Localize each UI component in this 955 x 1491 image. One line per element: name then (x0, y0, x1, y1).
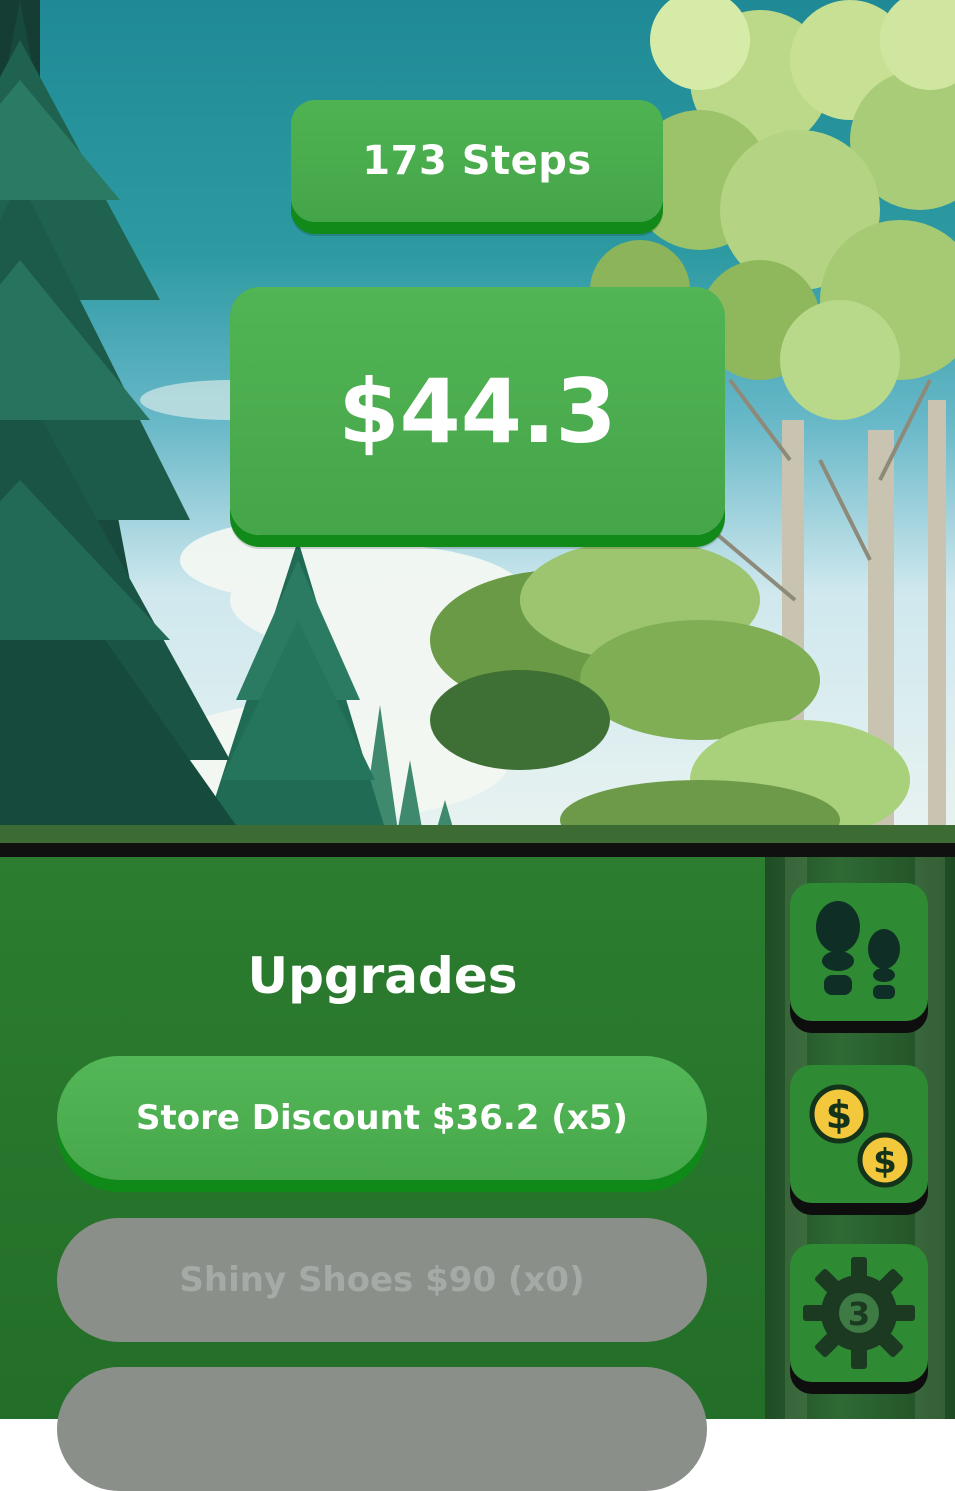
upgrades-title: Upgrades (247, 947, 518, 1005)
panel-divider (0, 843, 955, 857)
upgrades-panel: Upgrades Store Discount $36.2 (x5) Shiny… (0, 857, 765, 1491)
gear-badge: 3 (848, 1295, 870, 1333)
nav-steps-button[interactable] (790, 883, 928, 1021)
nav-money-button[interactable]: $ $ (790, 1065, 928, 1203)
gear-icon: 3 (803, 1257, 915, 1369)
money-display: $44.3 (230, 287, 725, 535)
steps-counter: 173 Steps (291, 100, 663, 222)
side-nav: $ $ 3 (765, 857, 955, 1419)
nav-settings-button[interactable]: 3 (790, 1244, 928, 1382)
upgrade-store-discount-button[interactable]: Store Discount $36.2 (x5) (57, 1056, 707, 1180)
coins-icon: $ $ (809, 1084, 913, 1188)
svg-text:$: $ (826, 1093, 852, 1137)
footprints-icon (816, 901, 900, 999)
upgrade-shiny-shoes-button[interactable]: Shiny Shoes $90 (x0) (57, 1218, 707, 1342)
upgrade-third-button[interactable] (57, 1367, 707, 1491)
forest-scene[interactable]: 173 Steps $44.3 (0, 0, 955, 845)
svg-text:$: $ (873, 1142, 897, 1182)
